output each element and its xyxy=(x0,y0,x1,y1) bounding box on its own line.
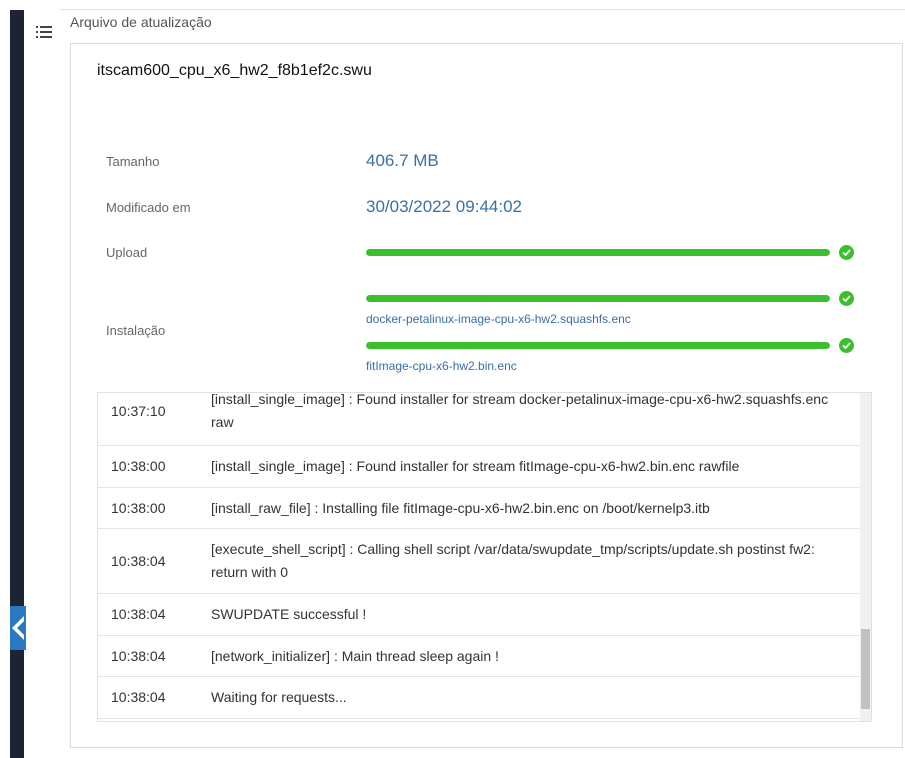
install-label: Instalação xyxy=(106,323,166,338)
file-name: itscam600_cpu_x6_hw2_f8b1ef2c.swu xyxy=(97,62,372,79)
log-message: [install_raw_file] : Installing file fit… xyxy=(211,500,710,516)
log-message: [install_single_image] : Found installer… xyxy=(211,392,829,430)
log-message: [install_single_image] : Found installer… xyxy=(211,458,740,474)
size-label: Tamanho xyxy=(106,154,160,169)
log-message: Waiting for requests... xyxy=(211,689,347,705)
log-scrollbar-thumb[interactable] xyxy=(861,629,870,709)
install-file-label-1: docker-petalinux-image-cpu-x6-hw2.squash… xyxy=(366,312,631,326)
log-row: 10:38:00 [install_single_image] : Found … xyxy=(98,446,860,488)
collapse-sidebar-button[interactable] xyxy=(10,606,26,650)
log-scrollbar[interactable] xyxy=(860,393,871,721)
log-time: 10:38:00 xyxy=(111,458,166,474)
log-panel[interactable]: 10:37:10 [install_single_image] : Found … xyxy=(97,392,872,722)
upload-progress-fill xyxy=(366,249,830,256)
install-check-icon-2 xyxy=(839,338,854,353)
modified-label: Modificado em xyxy=(106,200,191,215)
log-row: 10:37:10 [install_single_image] : Found … xyxy=(98,392,860,446)
install-check-icon-1 xyxy=(839,291,854,306)
log-time: 10:38:04 xyxy=(111,606,166,622)
log-message: SWUPDATE successful ! xyxy=(211,606,367,622)
log-row: 10:38:04 [execute_shell_script] : Callin… xyxy=(98,529,860,594)
upload-label: Upload xyxy=(106,245,148,260)
install-progress-bar-2 xyxy=(366,342,830,349)
modified-value: 30/03/2022 09:44:02 xyxy=(366,197,522,216)
chevron-left-icon xyxy=(12,616,24,640)
install-file-label-2: fitImage-cpu-x6-hw2.bin.enc xyxy=(366,359,517,373)
log-time: 10:38:04 xyxy=(111,553,166,569)
log-row: 10:38:00 [install_raw_file] : Installing… xyxy=(98,488,860,529)
breadcrumb: Arquivo de atualização xyxy=(70,14,212,30)
install-progress-fill-2 xyxy=(366,342,830,349)
log-time: 10:38:00 xyxy=(111,500,166,516)
log-message: [execute_shell_script] : Calling shell s… xyxy=(211,541,815,580)
log-time: 10:37:10 xyxy=(111,403,166,419)
upload-progress-bar xyxy=(366,249,830,256)
log-time: 10:38:04 xyxy=(111,689,166,705)
list-menu-icon[interactable] xyxy=(36,25,52,39)
log-row: 10:38:04 Waiting for requests... xyxy=(98,677,860,719)
log-row: 10:38:04 [network_initializer] : Main th… xyxy=(98,636,860,677)
log-row: 10:38:04 SWUPDATE successful ! xyxy=(98,594,860,636)
install-progress-fill-1 xyxy=(366,295,830,302)
header-divider xyxy=(60,9,905,10)
log-message: [network_initializer] : Main thread slee… xyxy=(211,648,499,664)
install-progress-bar-1 xyxy=(366,295,830,302)
log-time: 10:38:04 xyxy=(111,648,166,664)
size-value: 406.7 MB xyxy=(366,151,439,170)
upload-check-icon xyxy=(839,245,854,260)
